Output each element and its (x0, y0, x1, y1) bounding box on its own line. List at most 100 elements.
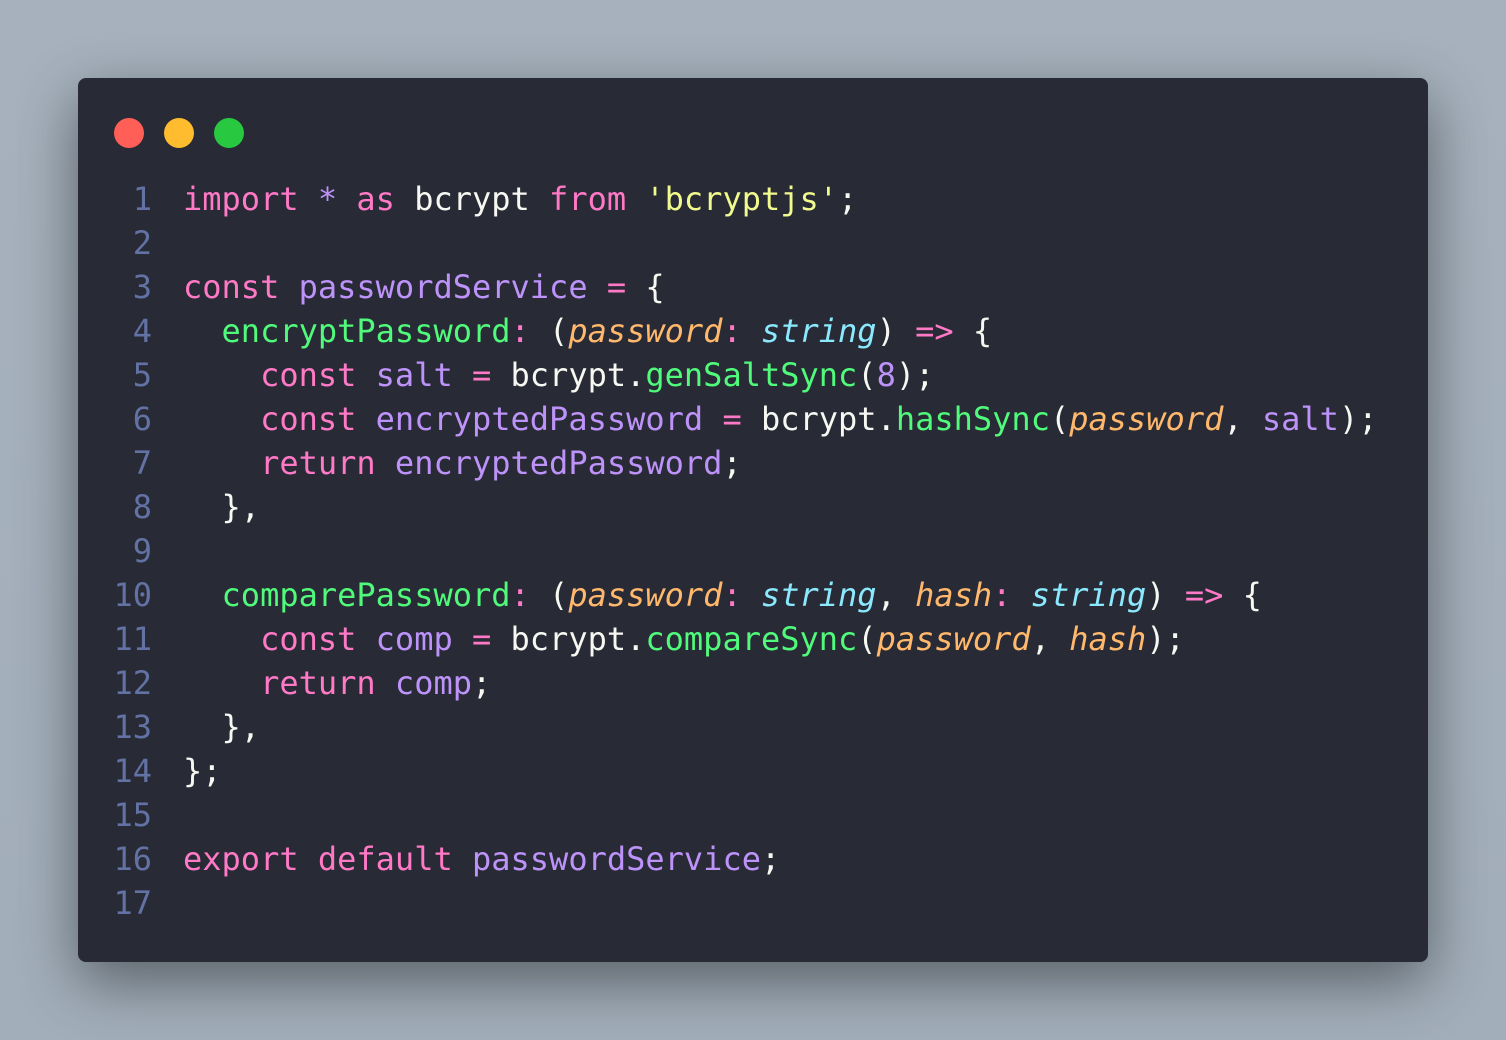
line-number: 1 (132, 180, 152, 218)
code-token: comp (394, 664, 472, 702)
code-token: = (471, 620, 492, 658)
code-token: as (356, 180, 395, 218)
code-token: export (183, 840, 299, 878)
code-token: ( (529, 312, 569, 350)
code-token: }; (183, 752, 222, 790)
line-number: 15 (113, 796, 152, 834)
code-line: 12 return comp; (78, 661, 1377, 705)
code-token: encryptedPassword (375, 400, 704, 438)
code-token: hash (915, 576, 993, 614)
code-line: 13 }, (78, 705, 1377, 749)
code-token: string (760, 576, 877, 614)
code-token: const (183, 268, 280, 306)
code-token: = (722, 400, 742, 438)
code-token: , (1223, 400, 1262, 438)
code-line: 6 const encryptedPassword = bcrypt.hashS… (78, 397, 1378, 441)
close-dot-icon[interactable] (114, 118, 144, 148)
line-text: const salt = bcrypt.genSaltSync(8); (183, 353, 934, 397)
line-number: 10 (113, 576, 152, 614)
code-window: 1 import * as bcrypt from 'bcryptjs'; 2 3 co… (78, 78, 1428, 962)
line-number: 4 (132, 312, 152, 350)
code-token: salt (1261, 400, 1339, 438)
code-line: 5 const salt = bcrypt.genSaltSync(8); (78, 353, 1377, 397)
code-line: 9 (78, 529, 1377, 573)
line-text: const comp = bcrypt.compareSync(password… (183, 617, 1185, 661)
code-line: 11 const comp = bcrypt.compareSync(passw… (78, 617, 1377, 661)
line-number: 14 (113, 752, 152, 790)
line-number: 13 (113, 708, 152, 746)
code-token: const (260, 356, 357, 394)
code-token: ( (529, 576, 569, 614)
code-token: = (471, 356, 492, 394)
line-text: export default passwordService; (183, 837, 780, 881)
line-text: }, (183, 485, 261, 529)
maximize-dot-icon[interactable] (214, 118, 244, 148)
code-token: ; (760, 840, 781, 878)
code-token: { (953, 312, 993, 350)
line-number: 8 (132, 488, 152, 526)
code-token: import (183, 180, 299, 218)
code-token: : (992, 576, 1012, 614)
line-text: const encryptedPassword = bcrypt.hashSyn… (183, 397, 1377, 441)
minimize-dot-icon[interactable] (164, 118, 194, 148)
code-line: 10 comparePassword: (password: string, h… (78, 573, 1377, 617)
code-token: { (626, 268, 665, 306)
code-token: encryptedPassword (394, 444, 723, 482)
line-number: 7 (132, 444, 152, 482)
code-token: = (606, 268, 627, 306)
code-token: : (510, 576, 530, 614)
code-token: 'bcryptjs' (645, 180, 839, 218)
line-number: 17 (113, 884, 152, 922)
code-line: 2 (78, 221, 1377, 265)
code-token: ) (876, 312, 916, 350)
code-token: return (260, 664, 376, 702)
code-token: hash (1069, 620, 1147, 658)
code-line: 4 encryptPassword: (password: string) =>… (78, 309, 1377, 353)
code-token: , (876, 576, 916, 614)
code-token: ( (857, 620, 877, 658)
code-token: => (915, 312, 954, 350)
line-text: const passwordService = { (183, 265, 665, 309)
line-number: 3 (132, 268, 152, 306)
code-token: password (876, 620, 1031, 658)
code-line: 16 export default passwordService; (78, 837, 1377, 881)
line-text: }; (183, 749, 222, 793)
code-line: 15 (78, 793, 1377, 837)
code-token: const (260, 400, 357, 438)
code-token: }, (183, 488, 261, 526)
code-token: password (568, 576, 723, 614)
code-token: ); (1338, 400, 1378, 438)
code-token: * (317, 180, 338, 218)
line-number: 6 (132, 400, 152, 438)
code-token: comp (375, 620, 453, 658)
code-token: passwordService (471, 840, 761, 878)
code-token: const (260, 620, 357, 658)
code-token: ; (838, 180, 858, 218)
code-token: bcrypt. (741, 400, 896, 438)
code-token: bcrypt. (491, 356, 646, 394)
code-token: ); (1146, 620, 1185, 658)
code-token: }, (183, 708, 261, 746)
code-token: => (1184, 576, 1224, 614)
line-number: 16 (113, 840, 152, 878)
code-line: 1 import * as bcrypt from 'bcryptjs'; (78, 177, 1377, 221)
code-token: ; (722, 444, 742, 482)
code-token: ( (1049, 400, 1070, 438)
code-token: { (1223, 576, 1262, 614)
code-token: password (568, 312, 723, 350)
code-line: 14}; (78, 749, 1377, 793)
code-token: compareSync (645, 620, 858, 658)
